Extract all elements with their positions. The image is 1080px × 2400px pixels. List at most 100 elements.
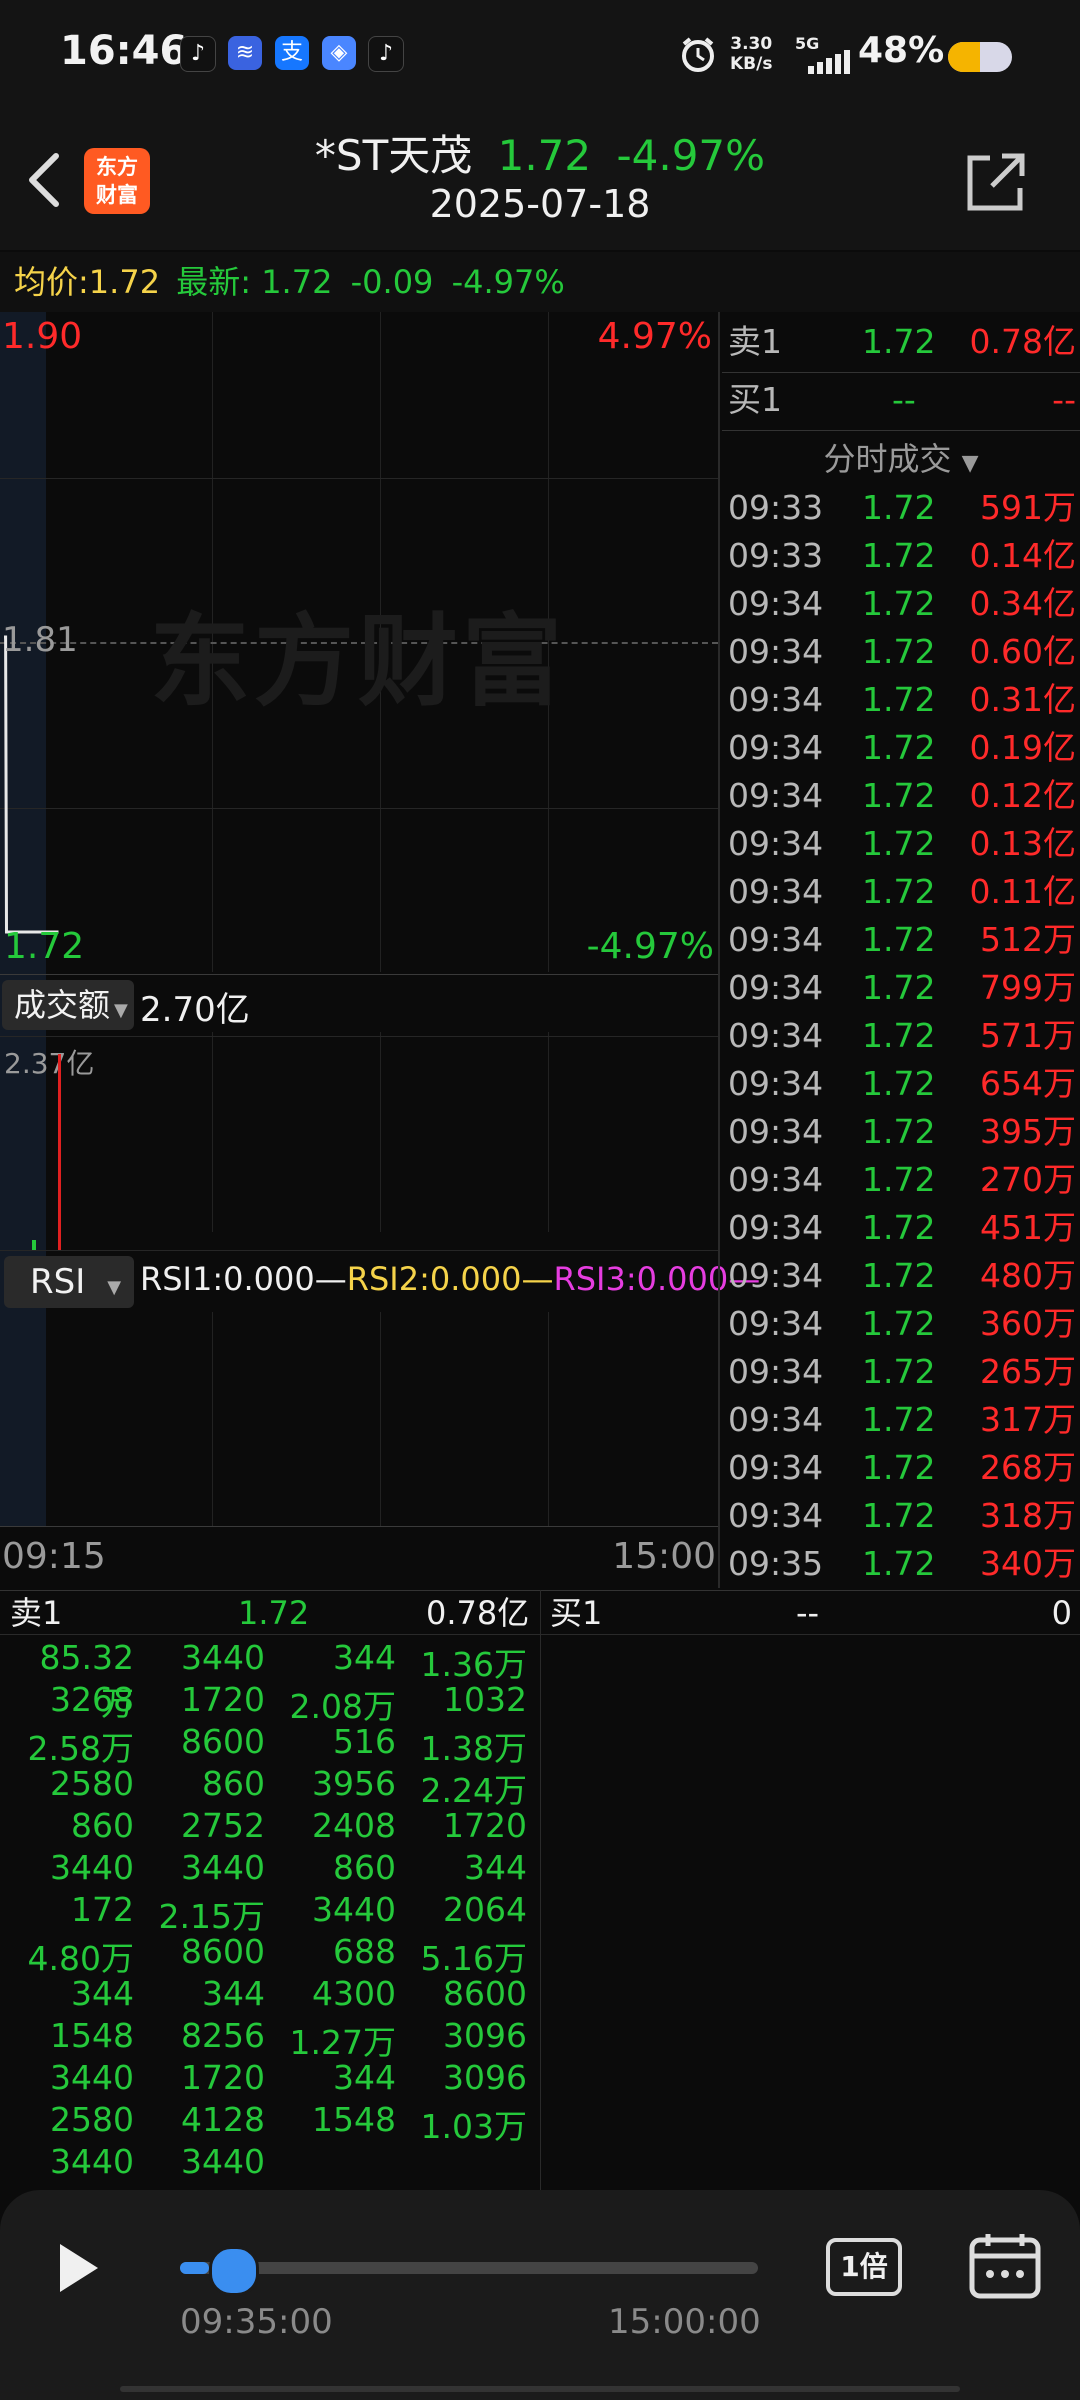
- trade-row: 09:34 1.72 654万: [722, 1060, 1080, 1108]
- trade-time: 09:34: [728, 1208, 824, 1247]
- share-button[interactable]: [960, 148, 1030, 218]
- play-button[interactable]: [52, 2240, 104, 2296]
- trade-date: 2025-07-18: [429, 182, 651, 226]
- trade-price: 1.72: [862, 1400, 936, 1439]
- volume-bar-small: [32, 1240, 36, 1250]
- external-link-icon: [967, 153, 1025, 211]
- playback-end-time: 15:00:00: [608, 2302, 761, 2342]
- queue-cell: 1032: [443, 1680, 527, 1719]
- trade-price: 1.72: [862, 1352, 936, 1391]
- trade-volume: 360万: [980, 1304, 1076, 1343]
- trade-volume: 799万: [980, 968, 1076, 1007]
- trade-row: 09:34 1.72 318万: [722, 1492, 1080, 1540]
- trade-price: 1.72: [862, 1208, 936, 1247]
- queue-cell: 172: [71, 1890, 134, 1929]
- queue-cell: 4128: [181, 2100, 265, 2139]
- trade-price: 1.72: [862, 1304, 936, 1343]
- queue-cell: 1720: [443, 1806, 527, 1845]
- queue-cell: 2.24万: [420, 1771, 527, 1810]
- queue-divider: [540, 1590, 541, 2190]
- queue-cell: 2.08万: [289, 1687, 396, 1726]
- queue-cell: 344: [464, 1848, 527, 1887]
- alarm-icon: [678, 34, 718, 74]
- trade-volume: 0.19亿: [969, 728, 1076, 767]
- trade-price: 1.72: [862, 536, 936, 575]
- queue-cell: 1.38万: [420, 1729, 527, 1768]
- queue-cell: 3440: [181, 1638, 265, 1677]
- queue-cell: 344: [333, 1638, 396, 1677]
- tiktok-icon: ♪: [180, 36, 216, 72]
- queue-sell-label: 卖1: [10, 1594, 63, 1632]
- speed-button[interactable]: 1倍: [826, 2238, 902, 2296]
- trade-price: 1.72: [862, 1448, 936, 1487]
- queue-buy-amount: 0: [1051, 1594, 1072, 1632]
- trade-time: 09:34: [728, 584, 824, 623]
- queue-sell-price: 1.72: [238, 1594, 310, 1632]
- chart-panel[interactable]: 东方财富 1.90 4.97% 1.81 1.72 -4.97% 成交额 ▼ 2.…: [0, 312, 760, 1588]
- queue-cell: 3440: [50, 2058, 134, 2097]
- rsi1-value: RSI1:0.000—: [140, 1260, 347, 1298]
- rsi-selector[interactable]: RSI ▼: [4, 1256, 134, 1308]
- queue-cell: 860: [202, 1764, 265, 1803]
- trade-price: 1.72: [862, 1016, 936, 1055]
- queue-cell: 2580: [50, 2100, 134, 2139]
- trade-row: 09:34 1.72 0.11亿: [722, 868, 1080, 916]
- volume-selector[interactable]: 成交额 ▼: [2, 980, 134, 1030]
- trade-volume: 0.34亿: [969, 584, 1076, 623]
- trade-time: 09:34: [728, 1352, 824, 1391]
- queue-cell: 3440: [312, 1890, 396, 1929]
- home-indicator: [120, 2386, 960, 2392]
- trade-row: 09:34 1.72 0.60亿: [722, 628, 1080, 676]
- tiktok-icon: ♪: [368, 36, 404, 72]
- battery-icon: [948, 42, 1012, 76]
- volume-total: 2.70亿: [140, 990, 250, 1030]
- progress-track[interactable]: [180, 2262, 758, 2274]
- trade-price: 1.72: [862, 680, 936, 719]
- latest-label: 最新:: [176, 263, 252, 301]
- time-axis-start: 09:15: [2, 1536, 106, 1577]
- trade-volume: 591万: [980, 488, 1076, 527]
- trade-volume: 395万: [980, 1112, 1076, 1151]
- trade-volume: 0.11亿: [969, 872, 1076, 911]
- avg-label: 均价:: [14, 263, 89, 301]
- trade-price: 1.72: [862, 920, 936, 959]
- net-speed: 3.30 KB/s: [730, 34, 773, 74]
- playback-current-time: 09:35:00: [180, 2302, 333, 2342]
- trade-time: 09:34: [728, 680, 824, 719]
- trade-row: 09:34 1.72 270万: [722, 1156, 1080, 1204]
- info-bar: 均价:1.72 最新: 1.72 -0.09 -4.97%: [0, 252, 1080, 312]
- trade-price: 1.72: [862, 1256, 936, 1295]
- trade-time: 09:33: [728, 536, 824, 575]
- progress-knob[interactable]: [208, 2246, 259, 2296]
- buy1-row: 买1 -- --: [722, 372, 1080, 428]
- buy1-price: --: [892, 380, 916, 419]
- stock-title: *ST天茂 1.72 -4.97%: [0, 122, 1080, 183]
- avg-value: 1.72: [88, 263, 161, 301]
- trade-header-dropdown[interactable]: 分时成交 ▼: [722, 434, 1080, 480]
- queue-cell: 688: [333, 1932, 396, 1971]
- signal-icon: [808, 50, 850, 78]
- calendar-button[interactable]: [968, 2230, 1042, 2300]
- caret-down-icon: ▼: [961, 451, 979, 476]
- volume-bars: [32, 1054, 61, 1250]
- queue-cell: 2408: [312, 1806, 396, 1845]
- queue-cell: 3268: [50, 1680, 134, 1719]
- queue-cell: 3440: [181, 1848, 265, 1887]
- trade-time: 09:34: [728, 872, 824, 911]
- trade-header-label: 分时成交: [823, 440, 952, 478]
- trade-list[interactable]: 09:33 1.72 591万 09:33 1.72 0.14亿 09:34 1.72 0.34…: [722, 484, 1080, 1588]
- queue-cell: 1.36万: [420, 1645, 527, 1684]
- trade-volume: 318万: [980, 1496, 1076, 1535]
- trade-price: 1.72: [862, 1160, 936, 1199]
- queue-cell: 8256: [181, 2016, 265, 2055]
- play-icon: [60, 2244, 98, 2292]
- queue-cell: 860: [71, 1806, 134, 1845]
- trade-row: 09:34 1.72 395万: [722, 1108, 1080, 1156]
- queue-cell: 2580: [50, 1764, 134, 1803]
- sell1-amount: 0.78亿: [969, 322, 1076, 361]
- queue-cell: 3440: [181, 2142, 265, 2181]
- trade-row: 09:34 1.72 0.13亿: [722, 820, 1080, 868]
- stock-change-pct: -4.97%: [616, 131, 766, 180]
- trade-row: 09:34 1.72 0.34亿: [722, 580, 1080, 628]
- trade-time: 09:34: [728, 968, 824, 1007]
